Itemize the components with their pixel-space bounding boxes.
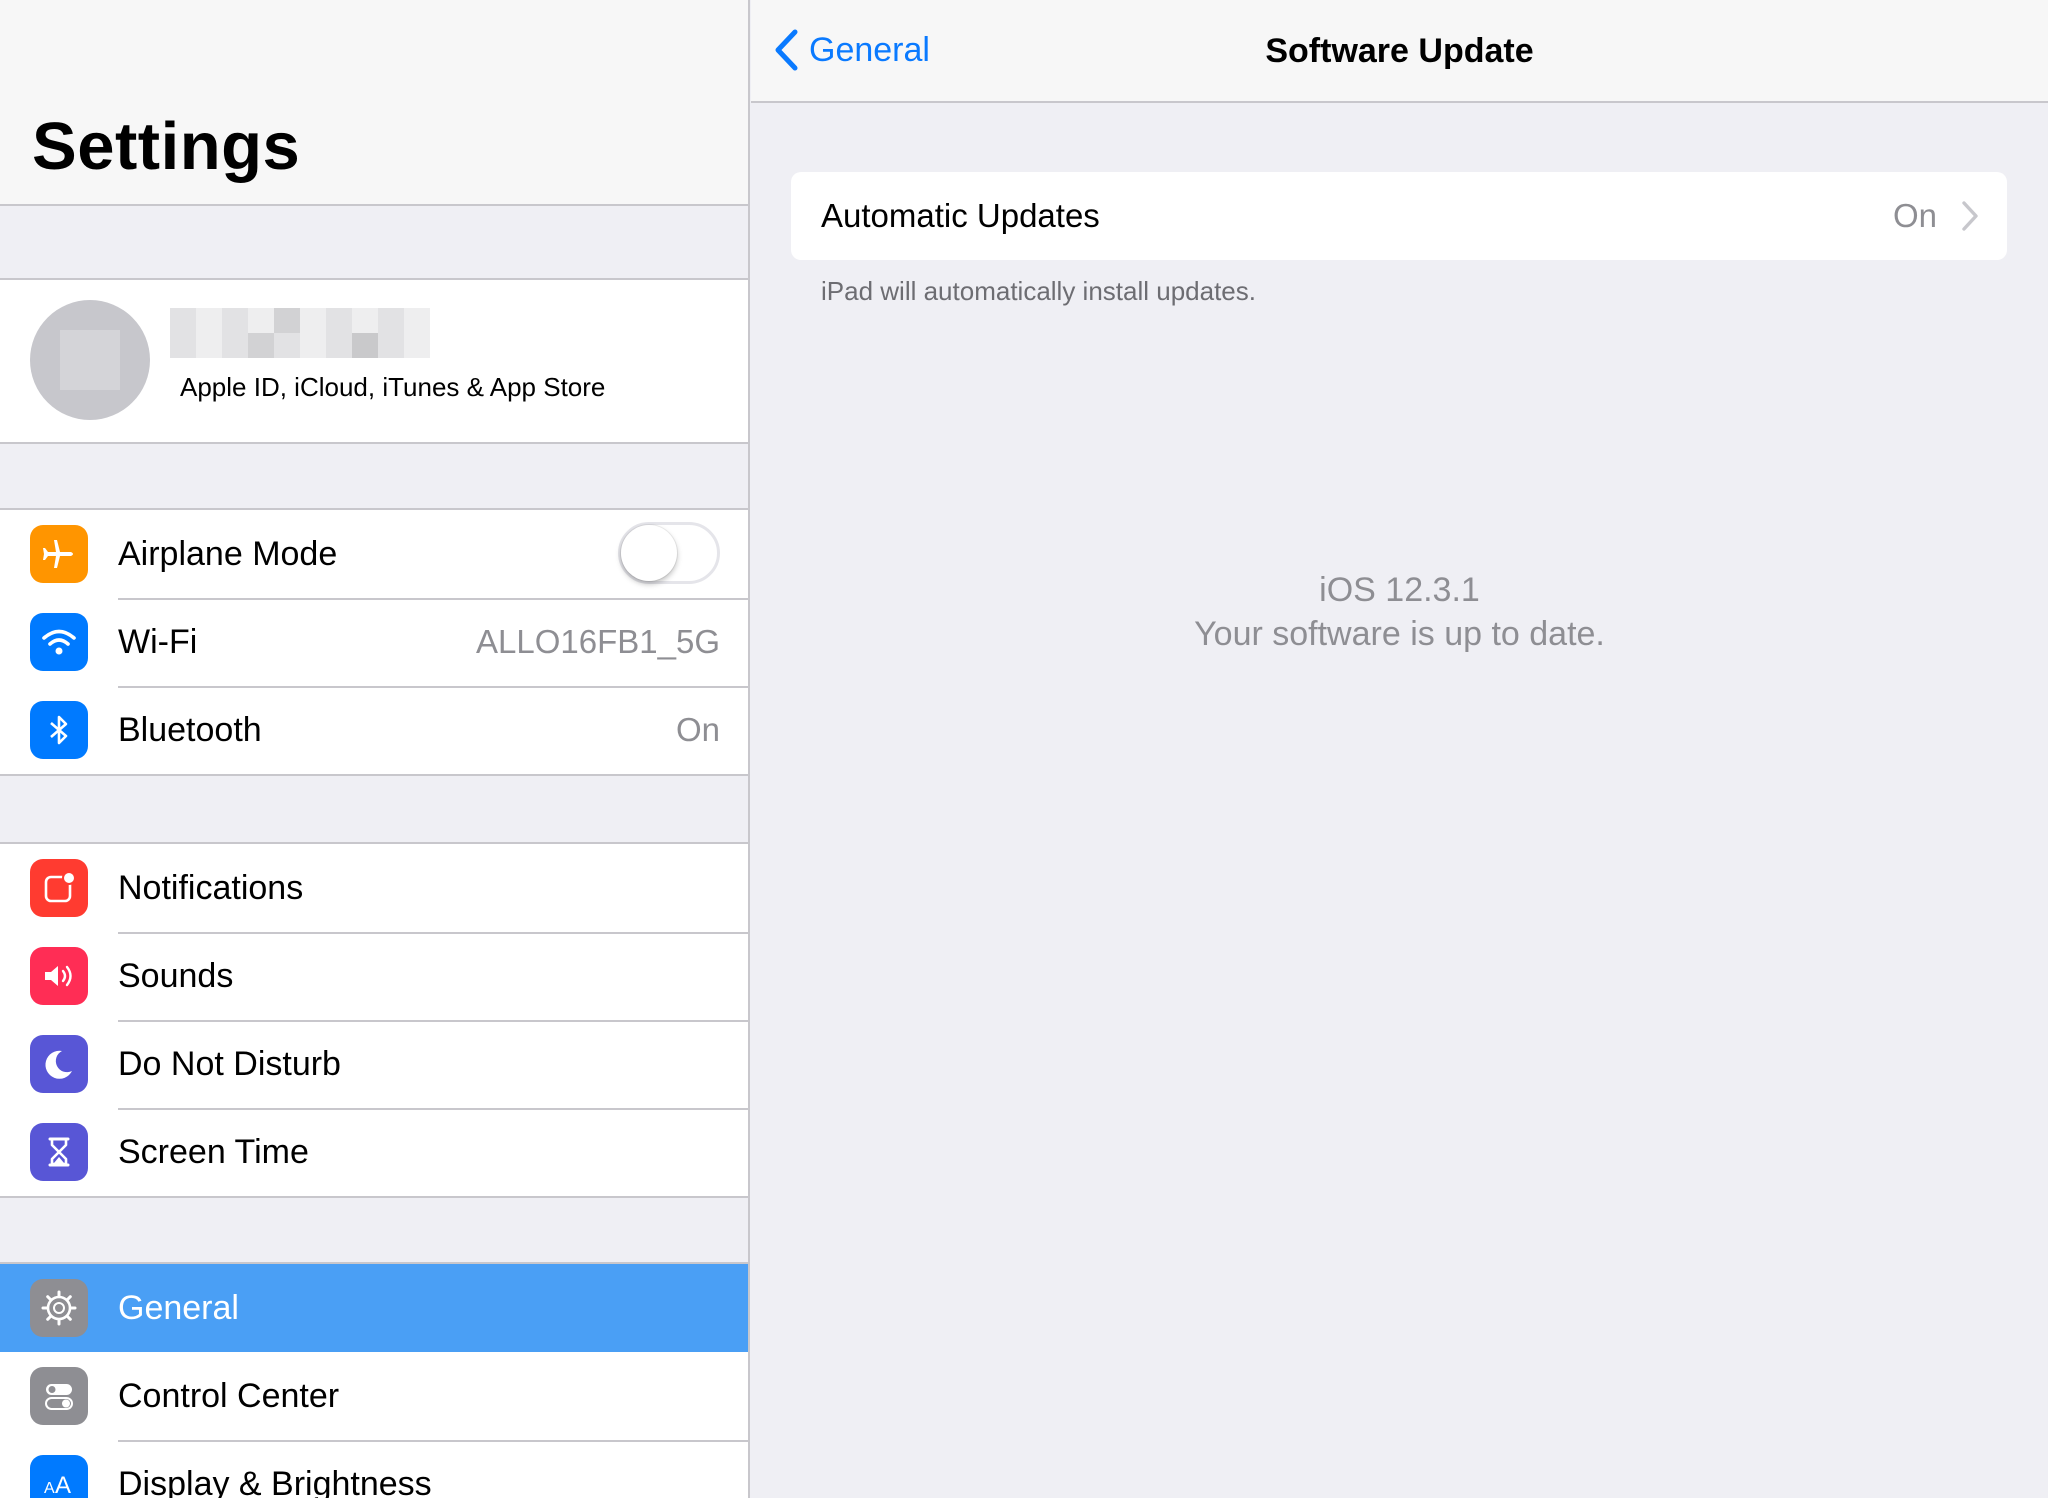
automatic-updates-value: On — [1892, 197, 1937, 234]
automatic-updates-footer: iPad will automatically install updates. — [821, 276, 1256, 306]
update-status: iOS 12.3.1 Your software is up to date. — [751, 568, 2048, 656]
sidebar-item-label: Sounds — [118, 956, 234, 995]
redacted-account-name — [170, 308, 430, 358]
ipad-settings-screen: Settings Apple ID, iCloud, iTunes & App … — [0, 0, 2048, 1498]
hourglass-icon — [30, 1123, 88, 1181]
nav-title: Software Update — [1265, 32, 1534, 70]
display-brightness-icon: AA — [30, 1455, 88, 1498]
sidebar-item-notifications[interactable]: Notifications — [0, 844, 748, 932]
alerts-group: Notifications Sounds Do Not Disturb Scre… — [0, 842, 748, 1198]
wifi-network-name: ALLO16FB1_5G — [476, 623, 720, 660]
sidebar-item-label: Bluetooth — [118, 710, 262, 749]
up-to-date-message: Your software is up to date. — [1194, 615, 1605, 653]
system-group: General Control Center AA Display & Brig… — [0, 1262, 748, 1498]
sidebar-item-general[interactable]: General — [0, 1264, 748, 1352]
automatic-updates-label: Automatic Updates — [821, 197, 1100, 234]
wifi-icon — [30, 613, 88, 671]
avatar — [30, 300, 150, 420]
chevron-right-icon — [1962, 201, 1978, 231]
profile-group: Apple ID, iCloud, iTunes & App Store — [0, 278, 748, 444]
sidebar-item-label: General — [118, 1288, 239, 1327]
sidebar-item-do-not-disturb[interactable]: Do Not Disturb — [0, 1020, 748, 1108]
sidebar-item-label: Screen Time — [118, 1132, 309, 1171]
settings-master-pane: Settings Apple ID, iCloud, iTunes & App … — [0, 0, 750, 1498]
notifications-icon — [30, 859, 88, 917]
connectivity-group: Airplane Mode Wi-Fi ALLO16FB1_5G Bluetoo… — [0, 508, 748, 776]
sidebar-item-label: Display & Brightness — [118, 1464, 432, 1498]
page-title: Settings — [32, 109, 301, 184]
moon-icon — [30, 1035, 88, 1093]
master-header: Settings — [0, 0, 748, 206]
sidebar-item-display-brightness[interactable]: AA Display & Brightness — [0, 1440, 748, 1498]
control-center-icon — [30, 1367, 88, 1425]
svg-text:A: A — [55, 1472, 71, 1498]
airplane-icon — [30, 525, 88, 583]
sidebar-item-airplane-mode[interactable]: Airplane Mode — [0, 510, 748, 598]
svg-text:A: A — [44, 1480, 55, 1497]
airplane-mode-toggle[interactable] — [618, 522, 720, 584]
sidebar-item-label: Do Not Disturb — [118, 1044, 341, 1083]
sidebar-item-label: Control Center — [118, 1376, 340, 1415]
toggle-knob — [621, 525, 677, 581]
apple-id-profile-row[interactable]: Apple ID, iCloud, iTunes & App Store — [0, 280, 748, 442]
sidebar-item-label: Wi-Fi — [118, 622, 198, 661]
profile-subtitle: Apple ID, iCloud, iTunes & App Store — [180, 372, 606, 402]
sidebar-item-sounds[interactable]: Sounds — [0, 932, 748, 1020]
sidebar-item-label: Notifications — [118, 868, 304, 907]
gear-icon — [30, 1279, 88, 1337]
sounds-icon — [30, 947, 88, 1005]
sidebar-item-label: Airplane Mode — [118, 534, 338, 573]
bluetooth-icon — [30, 701, 88, 759]
ios-version: iOS 12.3.1 — [1319, 571, 1480, 609]
software-update-detail-pane: General Software Update Automatic Update… — [751, 0, 2048, 1498]
sidebar-item-wifi[interactable]: Wi-Fi ALLO16FB1_5G — [0, 598, 748, 686]
bluetooth-status: On — [675, 711, 720, 748]
navigation-bar: General Software Update — [751, 0, 2048, 103]
sidebar-item-control-center[interactable]: Control Center — [0, 1352, 748, 1440]
sidebar-item-screen-time[interactable]: Screen Time — [0, 1108, 748, 1196]
sidebar-item-bluetooth[interactable]: Bluetooth On — [0, 686, 748, 774]
automatic-updates-row[interactable]: Automatic Updates On — [791, 172, 2007, 260]
